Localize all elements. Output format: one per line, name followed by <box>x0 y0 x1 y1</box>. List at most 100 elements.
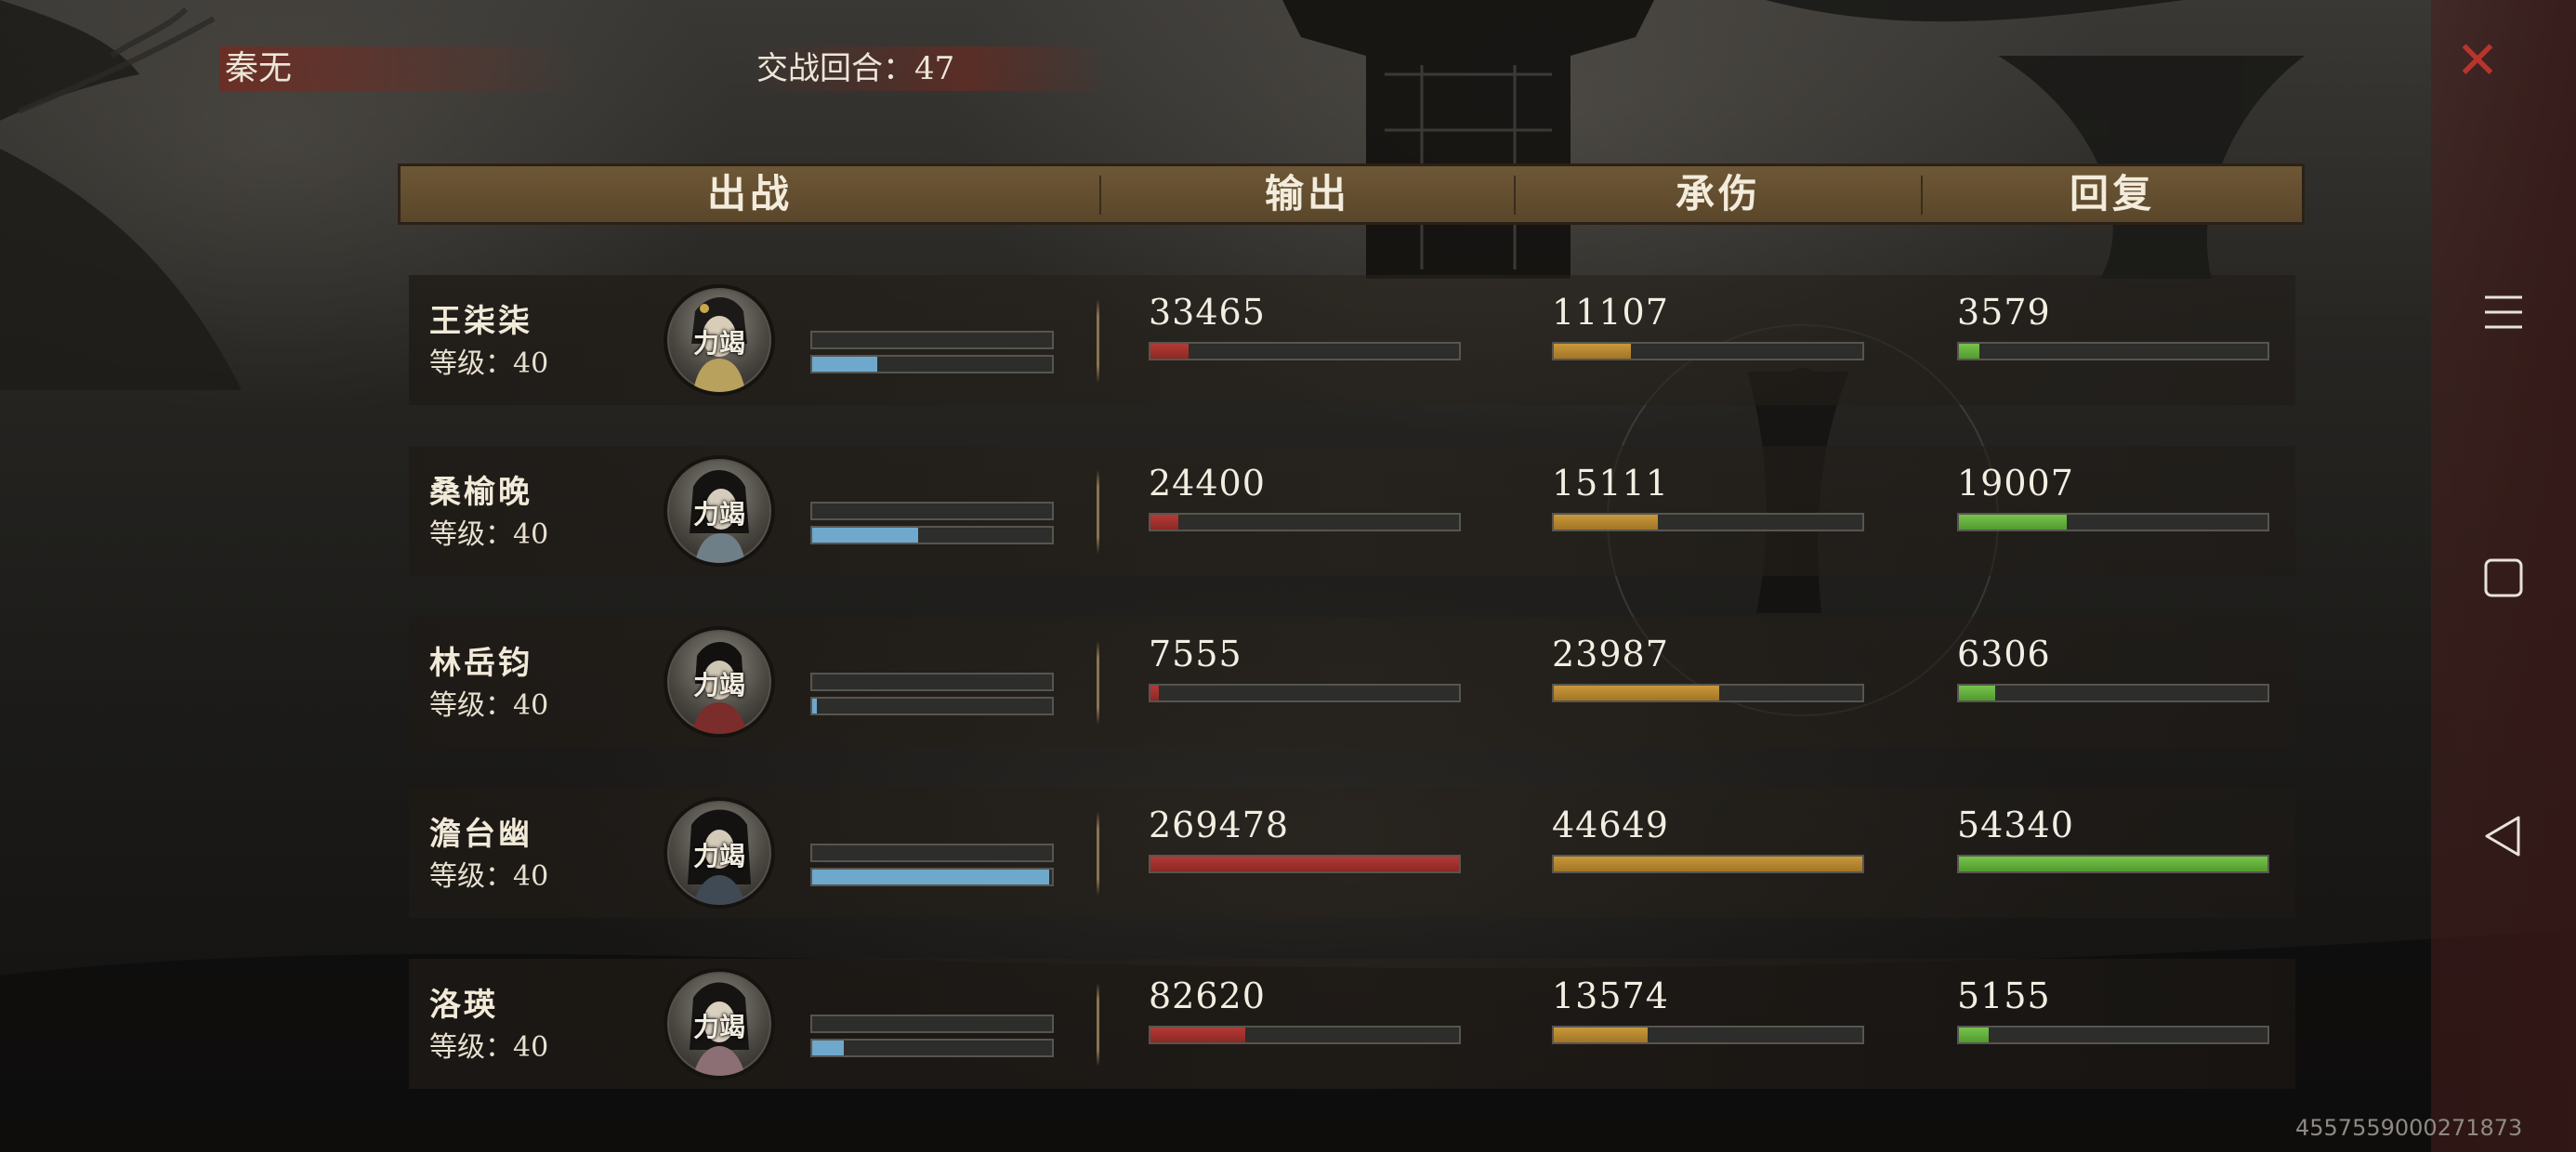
heal-bar <box>1957 342 2269 360</box>
exhausted-status-tag: 力竭 <box>692 1012 745 1042</box>
hp-bar <box>810 355 1054 373</box>
header-heal: 回复 <box>2069 171 2155 216</box>
hp-bar <box>810 868 1054 886</box>
damage-taken-bar <box>1552 513 1864 531</box>
energy-bar <box>810 1015 1054 1033</box>
output-bar <box>1149 342 1461 360</box>
hero-row[interactable]: 澹台幽 等级：40 力竭 269478 44649 54340 <box>409 788 2295 918</box>
hp-bar <box>810 526 1054 544</box>
damage-taken-bar-fill <box>1554 857 1862 871</box>
output-bar-fill <box>1150 515 1179 530</box>
hero-name: 澹台幽 <box>429 816 532 853</box>
output-value: 24400 <box>1149 463 1266 504</box>
column-divider <box>1097 299 1099 383</box>
output-value: 33465 <box>1149 292 1266 333</box>
damage-taken-bar-fill <box>1554 344 1631 359</box>
hero-level: 等级：40 <box>429 518 549 551</box>
column-divider <box>1097 641 1099 725</box>
exhausted-status-tag: 力竭 <box>692 841 745 871</box>
column-divider <box>1097 983 1099 1067</box>
heal-bar-fill <box>1959 515 2068 530</box>
output-bar-fill <box>1150 857 1459 871</box>
heal-value: 19007 <box>1957 463 2074 504</box>
stats-table-header: 出战 输出 承伤 回复 <box>398 164 2305 225</box>
header-output: 输出 <box>1264 171 1350 216</box>
header-deploy: 出战 <box>706 171 793 216</box>
hp-bar <box>810 1039 1054 1057</box>
heal-value: 5155 <box>1957 975 2051 1016</box>
output-bar <box>1149 855 1461 873</box>
hero-name: 王柒柒 <box>429 303 532 340</box>
output-bar <box>1149 1026 1461 1044</box>
hp-bar-fill <box>812 870 1050 884</box>
close-icon[interactable]: ✕ <box>2451 35 2504 87</box>
output-bar-fill <box>1150 344 1189 359</box>
damage-taken-bar-fill <box>1554 515 1659 530</box>
damage-taken-value: 13574 <box>1552 975 1669 1016</box>
hero-portrait[interactable]: 力竭 <box>664 968 775 1080</box>
exhausted-status-tag: 力竭 <box>692 670 745 700</box>
watermark-id: 4557559000271873 <box>2295 1115 2523 1141</box>
damage-taken-bar-fill <box>1554 686 1720 700</box>
hp-bar-fill <box>812 357 877 372</box>
hero-name: 洛瑛 <box>429 987 498 1024</box>
hero-row[interactable]: 林岳钧 等级：40 力竭 7555 23987 6306 <box>409 617 2295 747</box>
exhausted-status-tag: 力竭 <box>692 499 745 530</box>
column-divider <box>1097 470 1099 554</box>
header-damage-taken: 承伤 <box>1675 171 1761 216</box>
output-value: 82620 <box>1149 975 1266 1016</box>
battle-round-counter: 交战回合：47 <box>751 46 1110 91</box>
heal-bar-fill <box>1959 344 1979 359</box>
hero-portrait[interactable]: 力竭 <box>664 284 775 396</box>
heal-value: 3579 <box>1957 292 2051 333</box>
heal-bar <box>1957 684 2269 702</box>
damage-taken-bar-fill <box>1554 1028 1648 1042</box>
hp-bar-fill <box>812 699 818 713</box>
damage-taken-bar <box>1552 855 1864 873</box>
back-triangle-icon[interactable] <box>2477 810 2530 862</box>
heal-bar-fill <box>1959 686 1995 700</box>
heal-bar-fill <box>1959 857 2267 871</box>
hero-row[interactable]: 王柒柒 等级：40 力竭 33465 11107 3579 <box>409 275 2295 405</box>
output-bar-fill <box>1150 686 1160 700</box>
energy-bar <box>810 502 1054 520</box>
heal-value: 54340 <box>1957 805 2074 845</box>
damage-taken-bar <box>1552 1026 1864 1044</box>
damage-taken-bar <box>1552 684 1864 702</box>
output-bar <box>1149 513 1461 531</box>
hp-bar <box>810 697 1054 715</box>
output-value: 7555 <box>1149 634 1242 674</box>
hp-bar-fill <box>812 528 918 543</box>
output-value: 269478 <box>1149 805 1290 845</box>
hero-name: 桑榆晚 <box>429 474 532 511</box>
hero-row[interactable]: 洛瑛 等级：40 力竭 82620 13574 5155 <box>409 959 2295 1089</box>
battle-stats-screen: 秦无 交战回合：47 出战 输出 承伤 回复 王柒柒 等级：40 力竭 3346… <box>0 0 2576 1152</box>
menu-icon[interactable] <box>2477 286 2530 338</box>
hero-level: 等级：40 <box>429 860 549 893</box>
hero-name: 林岳钧 <box>429 645 532 682</box>
hero-level: 等级：40 <box>429 689 549 722</box>
hero-row[interactable]: 桑榆晚 等级：40 力竭 24400 15111 19007 <box>409 446 2295 576</box>
hero-portrait[interactable]: 力竭 <box>664 626 775 738</box>
hero-level: 等级：40 <box>429 1031 549 1064</box>
heal-bar <box>1957 1026 2269 1044</box>
column-divider <box>1097 812 1099 896</box>
damage-taken-value: 23987 <box>1552 634 1669 674</box>
heal-bar <box>1957 513 2269 531</box>
output-bar <box>1149 684 1461 702</box>
square-icon[interactable] <box>2477 552 2530 604</box>
damage-taken-value: 15111 <box>1552 463 1669 504</box>
damage-taken-value: 44649 <box>1552 805 1669 845</box>
heal-bar-fill <box>1959 1028 1989 1042</box>
player-name: 秦无 <box>219 46 578 91</box>
hero-portrait[interactable]: 力竭 <box>664 797 775 909</box>
energy-bar <box>810 673 1054 691</box>
energy-bar <box>810 331 1054 349</box>
damage-taken-bar <box>1552 342 1864 360</box>
heal-bar <box>1957 855 2269 873</box>
damage-taken-value: 11107 <box>1552 292 1669 333</box>
exhausted-status-tag: 力竭 <box>692 328 745 359</box>
output-bar-fill <box>1150 1028 1245 1042</box>
hero-level: 等级：40 <box>429 347 549 380</box>
hero-portrait[interactable]: 力竭 <box>664 455 775 567</box>
